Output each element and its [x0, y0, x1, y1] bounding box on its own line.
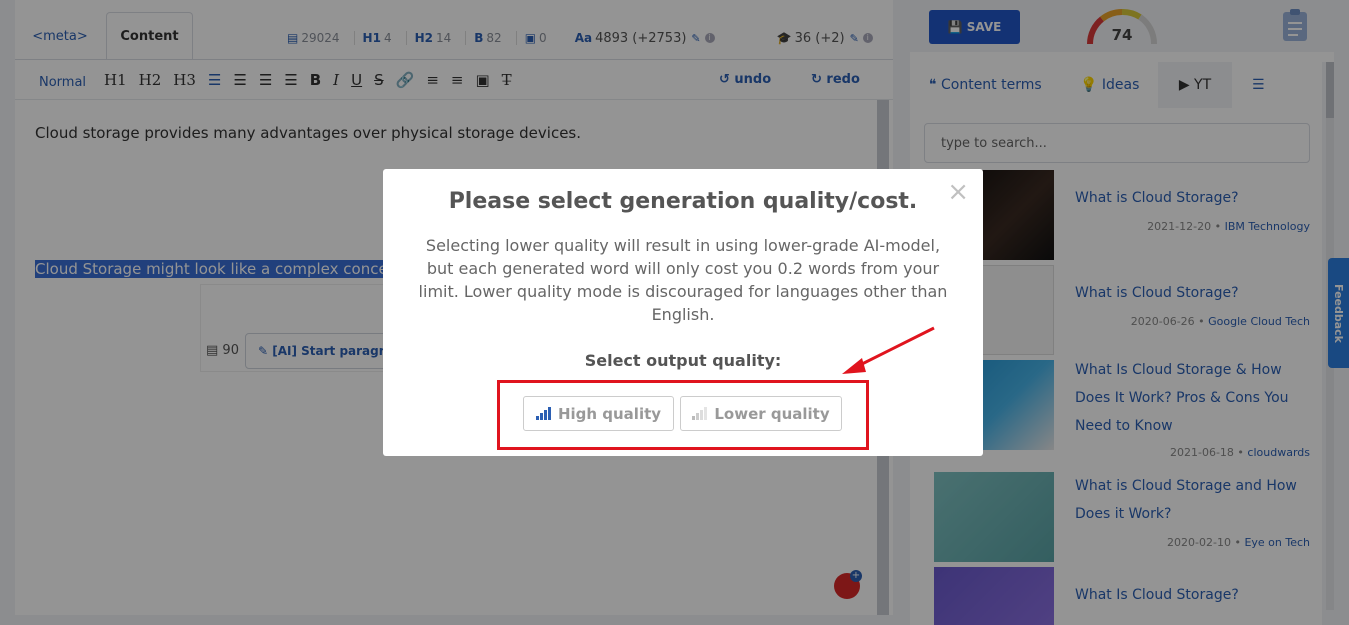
- modal-description: Selecting lower quality will result in u…: [418, 236, 948, 324]
- modal-title: Please select generation quality/cost.: [448, 189, 918, 214]
- annotation-arrow-icon: [842, 326, 935, 374]
- highlight-box: [497, 380, 869, 450]
